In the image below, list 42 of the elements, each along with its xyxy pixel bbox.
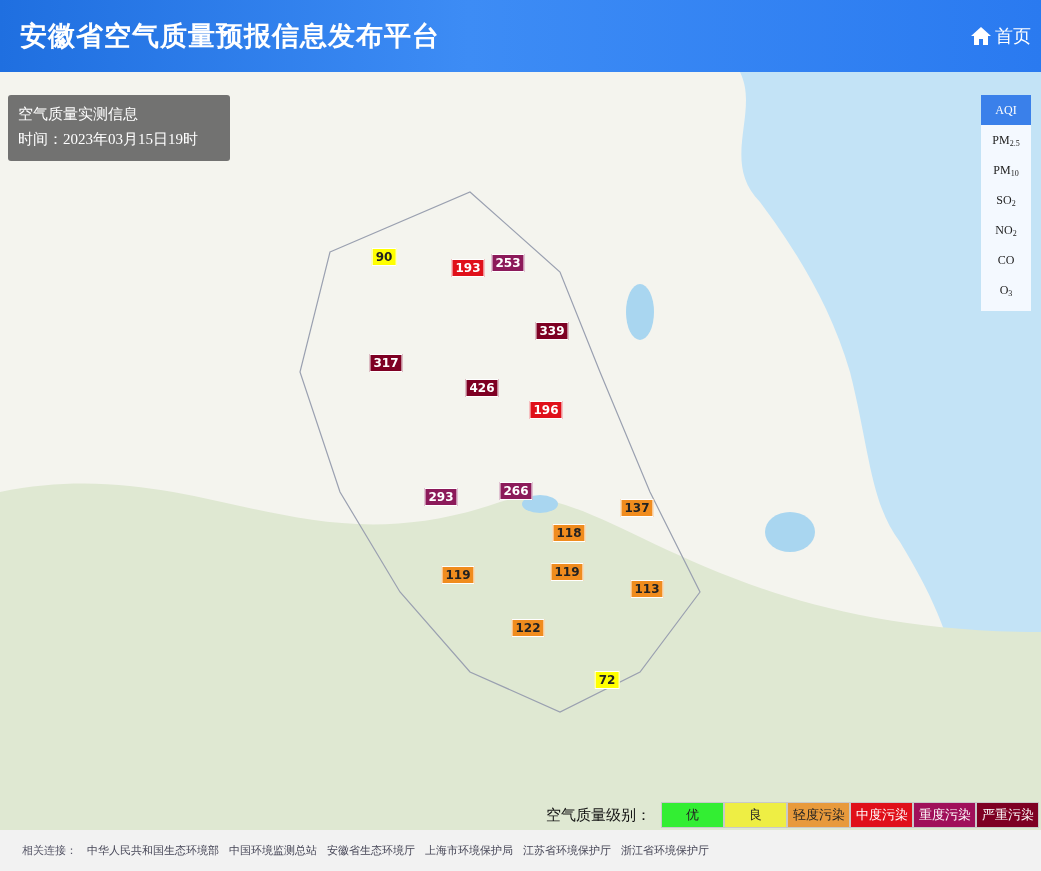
aqi-marker[interactable]: 113: [630, 580, 664, 598]
page-title: 安徽省空气质量预报信息发布平台: [20, 19, 440, 53]
aqi-marker[interactable]: 119: [550, 563, 584, 581]
aqi-marker[interactable]: 122: [511, 619, 545, 637]
aqi-marker[interactable]: 293: [424, 488, 458, 506]
aqi-marker[interactable]: 339: [535, 322, 569, 340]
pollutant-tab[interactable]: O$_{3}$: [981, 275, 1031, 305]
pollutant-tab[interactable]: SO$_{2}$: [981, 185, 1031, 215]
aqi-marker[interactable]: 196: [529, 401, 563, 419]
pollutant-tab[interactable]: CO: [981, 245, 1031, 275]
footer-link[interactable]: 安徽省生态环境厅: [327, 843, 415, 858]
legend-swatch: 良: [724, 802, 787, 828]
aqi-marker[interactable]: 137: [620, 499, 654, 517]
aqi-marker[interactable]: 426: [465, 379, 499, 397]
pollutant-tab[interactable]: PM$_{2.5}$: [981, 125, 1031, 155]
footer-link[interactable]: 江苏省环境保护厅: [523, 843, 611, 858]
pollutant-tab[interactable]: PM$_{10}$: [981, 155, 1031, 185]
legend-label: 空气质量级别：: [546, 805, 651, 825]
pollutant-tab[interactable]: NO$_{2}$: [981, 215, 1031, 245]
pollutant-tab[interactable]: AQI: [981, 95, 1031, 125]
footer-link[interactable]: 浙江省环境保护厅: [621, 843, 709, 858]
aqi-marker[interactable]: 266: [499, 482, 533, 500]
aqi-marker[interactable]: 72: [594, 671, 620, 689]
legend-swatch: 优: [661, 802, 724, 828]
aqi-marker[interactable]: 317: [369, 354, 403, 372]
aqi-marker[interactable]: 253: [491, 254, 525, 272]
home-link[interactable]: 首页: [971, 24, 1031, 48]
info-title: 空气质量实测信息: [18, 105, 139, 124]
legend-swatch: 中度污染: [850, 802, 913, 828]
legend-swatch: 轻度污染: [787, 802, 850, 828]
footer-link[interactable]: 中华人民共和国生态环境部: [87, 843, 219, 858]
footer-link[interactable]: 中国环境监测总站: [229, 843, 317, 858]
aqi-marker[interactable]: 90: [371, 248, 397, 266]
aqi-marker[interactable]: 119: [441, 566, 475, 584]
footer-link[interactable]: 上海市环境保护局: [425, 843, 513, 858]
home-icon: [971, 27, 991, 45]
legend-swatch: 严重污染: [976, 802, 1039, 828]
aqi-marker[interactable]: 118: [552, 524, 586, 542]
aqi-marker[interactable]: 193: [451, 259, 485, 277]
legend-swatch: 重度污染: [913, 802, 976, 828]
info-time: 时间：2023年03月15日19时: [18, 130, 199, 149]
footer-label: 相关连接：: [22, 843, 77, 858]
